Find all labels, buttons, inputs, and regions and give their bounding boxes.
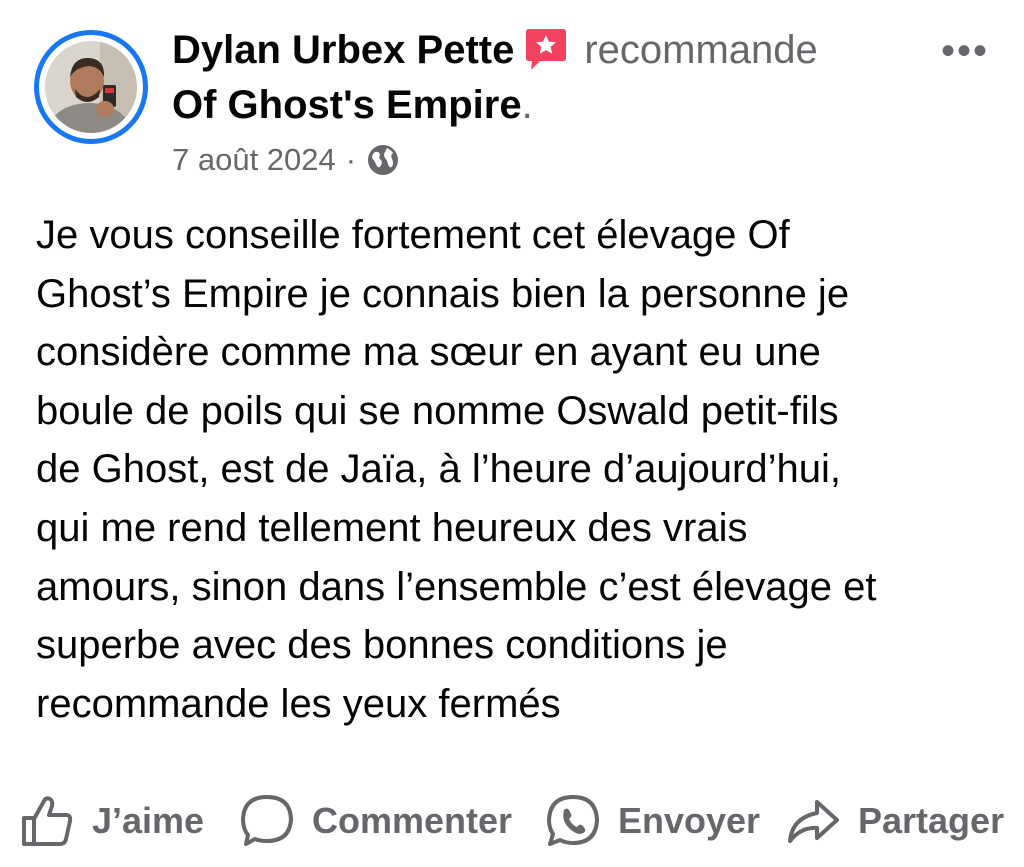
post-action-bar: J’aime Commenter Envoyer Partager — [0, 786, 1024, 856]
share-label: Partager — [858, 800, 1005, 841]
meta-separator: · — [345, 142, 357, 177]
send-label: Envoyer — [618, 800, 761, 841]
share-arrow-icon — [788, 800, 839, 843]
page-name[interactable]: Of Ghost's Empire — [172, 83, 522, 128]
globe-icon[interactable] — [366, 143, 400, 177]
post-date[interactable]: 7 août 2024 — [172, 142, 336, 178]
avatar-photo — [45, 41, 137, 133]
comment-button[interactable]: Commenter — [238, 786, 512, 856]
recommendation-text: recommande — [584, 27, 818, 72]
page-name-line: Of Ghost's Empire . — [172, 80, 533, 130]
like-thumb-icon — [22, 796, 73, 846]
recommendation-star-icon — [526, 29, 567, 70]
comment-label: Commenter — [312, 800, 513, 841]
send-button[interactable]: Envoyer — [544, 786, 760, 856]
like-button[interactable]: J’aime — [18, 786, 204, 856]
share-button[interactable]: Partager — [784, 786, 1004, 856]
page-name-suffix: . — [521, 82, 533, 127]
comment-bubble-icon — [241, 795, 293, 846]
more-options-button[interactable]: ••• — [930, 26, 1000, 76]
like-label: J’aime — [92, 800, 205, 841]
author-avatar[interactable] — [34, 30, 148, 144]
whatsapp-send-icon — [547, 795, 599, 846]
post-body-text: Je vous conseille fortement cet élevage … — [36, 213, 877, 726]
author-name[interactable]: Dylan Urbex Pette — [172, 28, 514, 73]
post-meta: 7 août 2024 · — [172, 140, 400, 180]
post-header-line: Dylan Urbex Pette recommande — [172, 26, 952, 74]
